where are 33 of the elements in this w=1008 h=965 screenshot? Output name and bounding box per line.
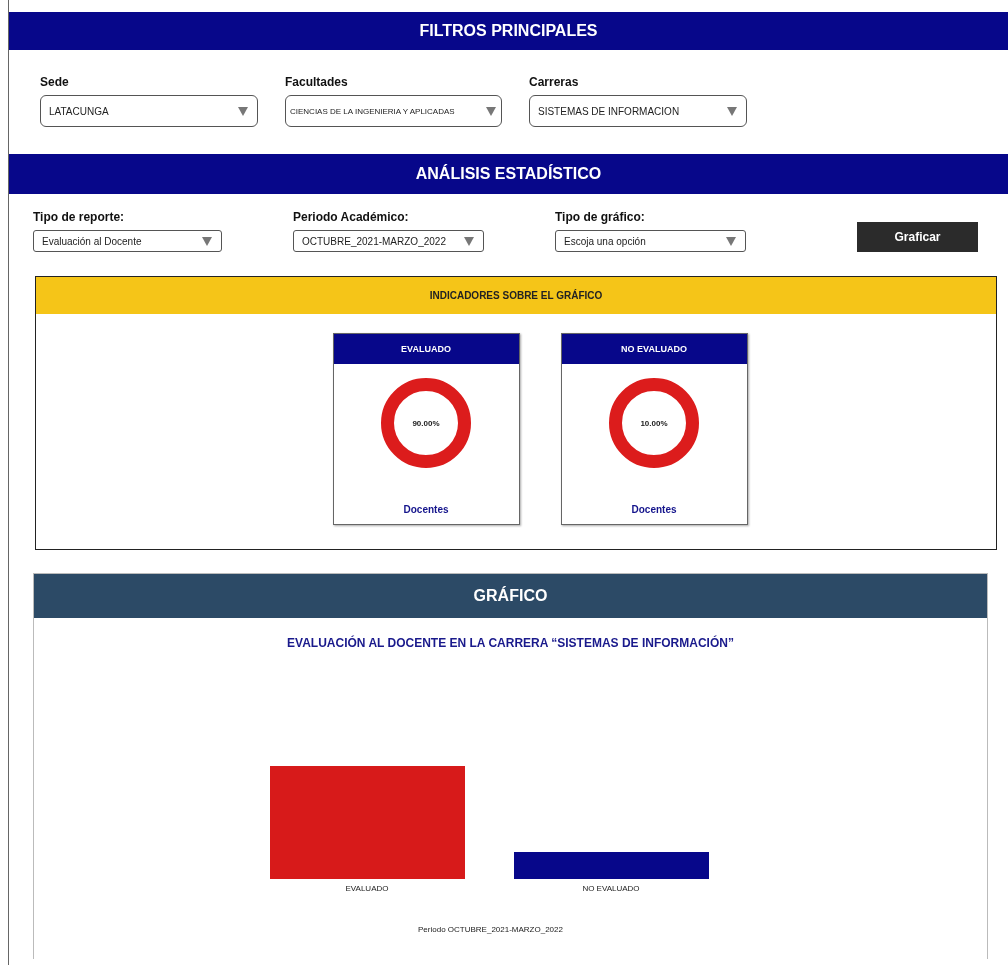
chart-footer: Periodo OCTUBRE_2021-MARZO_2022 (418, 925, 563, 934)
section-header: ANÁLISIS ESTADÍSTICO (9, 154, 1008, 194)
dropdown-select[interactable]: Escoja una opción (555, 230, 746, 252)
dropdown-select[interactable]: SISTEMAS DE INFORMACION (529, 95, 747, 127)
bar-label: EVALUADO (345, 884, 389, 893)
dropdown-select[interactable]: CIENCIAS DE LA INGENIERIA Y APLICADAS (285, 95, 502, 127)
panel-header: INDICADORES SOBRE EL GRÁFICO (36, 277, 996, 314)
field-label: Tipo de reporte: (33, 210, 126, 224)
field-label: Tipo de gráfico: (555, 210, 646, 224)
chart-header: GRÁFICO (34, 574, 987, 618)
field-label: Sede (40, 75, 70, 89)
dropdown-arrow-icon (726, 105, 738, 117)
dropdown-arrow-icon (725, 235, 737, 247)
dropdown-arrow-icon (237, 105, 249, 117)
card-header: NO EVALUADO (561, 334, 747, 364)
chart-title: EVALUACIÓN AL DOCENTE EN LA CARRERA “SISTEMAS DE INFORMACIÓN” (287, 636, 734, 650)
section-header: FILTROS PRINCIPALES (9, 12, 1008, 50)
field-label: Carreras (529, 75, 580, 89)
card-caption: Docentes (631, 504, 677, 515)
bar-label: NO EVALUADO (582, 884, 640, 893)
donut-ring: 10.00% (609, 378, 699, 468)
dropdown-arrow-icon (485, 105, 497, 117)
dropdown-select[interactable]: LATACUNGA (40, 95, 258, 127)
field-label: Periodo Académico: (293, 210, 410, 224)
dropdown-select[interactable]: Evaluación al Docente (33, 230, 222, 252)
dropdown-arrow-icon (201, 235, 213, 247)
donut-ring: 90.00% (381, 378, 471, 468)
graficar-button[interactable]: Graficar (857, 222, 978, 252)
dropdown-select[interactable]: OCTUBRE_2021-MARZO_2022 (293, 230, 484, 252)
dropdown-arrow-icon (463, 235, 475, 247)
card-caption: Docentes (403, 504, 449, 515)
field-label: Facultades (285, 75, 349, 89)
card-header: EVALUADO (333, 334, 519, 364)
